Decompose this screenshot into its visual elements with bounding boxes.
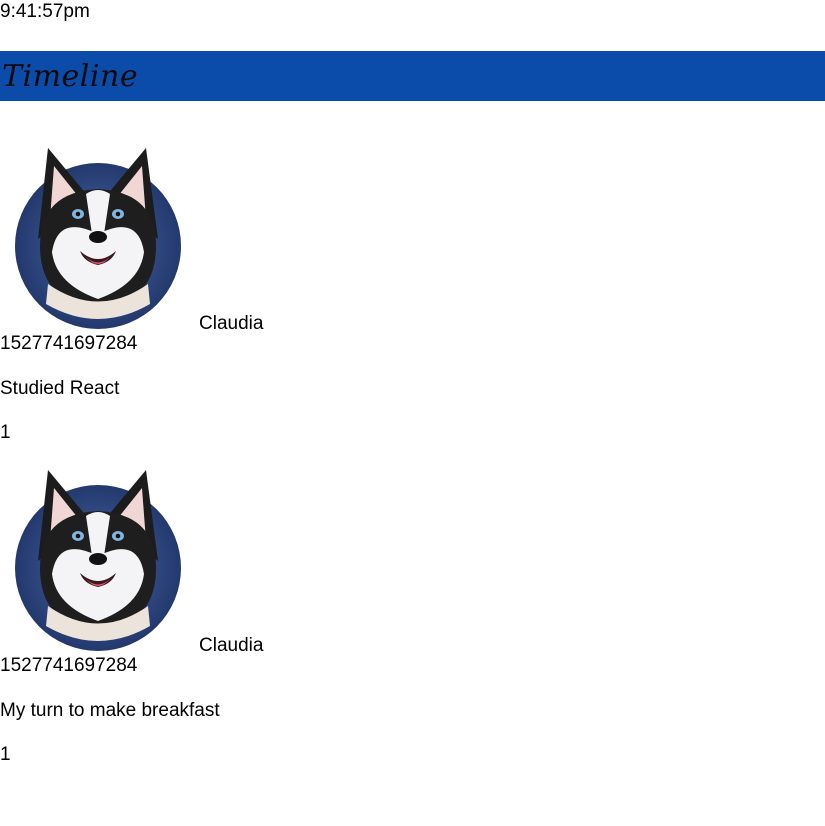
post-timestamp: 1527741697284 xyxy=(0,655,138,676)
post-header: Claudia xyxy=(0,447,825,656)
husky-avatar-icon xyxy=(15,148,181,329)
timeline-feed: Claudia 1527741697284 Studied React 1 Cl… xyxy=(0,125,825,769)
like-count: 1 xyxy=(0,422,11,443)
timeline-header: Timeline xyxy=(0,51,825,101)
author-name: Claudia xyxy=(199,635,264,656)
post-item: Claudia 1527741697284 Studied React 1 xyxy=(0,125,825,447)
author-name: Claudia xyxy=(199,313,264,334)
post-text: Studied React xyxy=(0,378,120,399)
husky-avatar-icon xyxy=(15,470,181,651)
post-header: Claudia xyxy=(0,125,825,334)
page-title: Timeline xyxy=(2,58,139,94)
post-text: My turn to make breakfast xyxy=(0,700,220,721)
like-count: 1 xyxy=(0,744,11,765)
post-item: Claudia 1527741697284 My turn to make br… xyxy=(0,447,825,769)
clock-time: 9:41:57pm xyxy=(0,1,90,22)
post-timestamp: 1527741697284 xyxy=(0,333,138,354)
